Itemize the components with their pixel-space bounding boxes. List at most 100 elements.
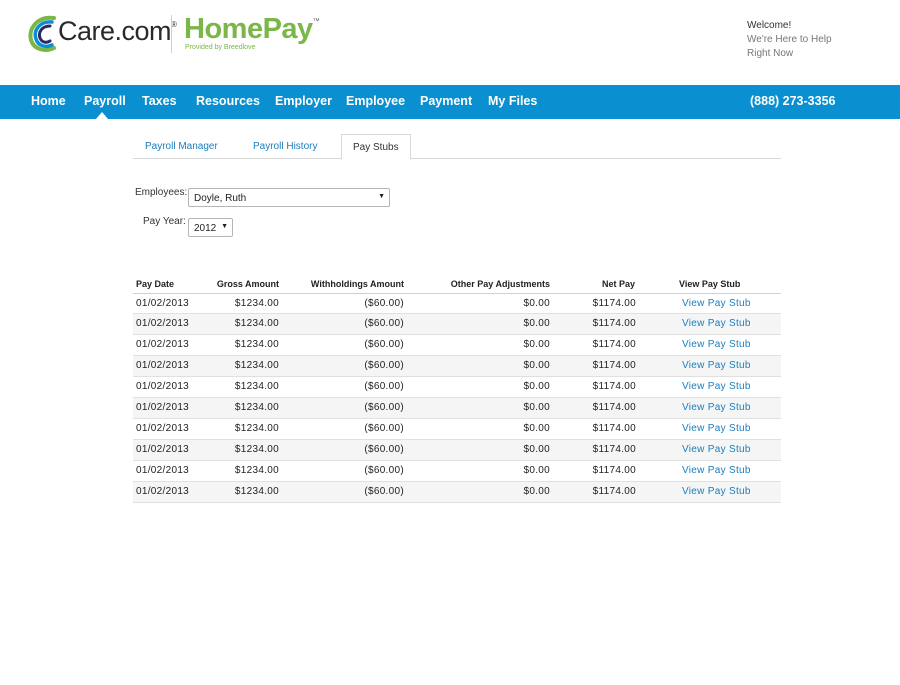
- table-row: 01/02/2013 $1234.00 ($60.00) $0.00 $1174.00 V…: [133, 419, 781, 440]
- table-row: 01/02/2013 $1234.00 ($60.00) $0.00 $1174.00 V…: [133, 356, 781, 377]
- payroll-tabs: Payroll Manager Payroll History Pay Stub…: [133, 134, 781, 160]
- header-net-pay: Net Pay: [601, 279, 635, 289]
- cell-net-pay: $1174.00: [592, 298, 636, 309]
- employees-label: Employees:: [135, 187, 188, 198]
- cell-other-pay-adjustments: $0.00: [523, 298, 550, 309]
- view-pay-stub-link[interactable]: View Pay Stub: [682, 465, 751, 476]
- cell-withholdings-amount: ($60.00): [364, 298, 404, 309]
- care-logo[interactable]: Care.com®: [28, 14, 177, 54]
- table-body: 01/02/2013 $1234.00 ($60.00) $0.00 $1174.00 V…: [133, 294, 781, 503]
- table-row: 01/02/2013 $1234.00 ($60.00) $0.00 $1174.00 V…: [133, 461, 781, 482]
- table-row: 01/02/2013 $1234.00 ($60.00) $0.00 $1174.00 V…: [133, 335, 781, 356]
- pay-stubs-table: Pay Date Gross Amount Withholdings Amoun…: [133, 277, 781, 503]
- cell-withholdings-amount: ($60.00): [364, 339, 404, 350]
- cell-net-pay: $1174.00: [592, 381, 636, 392]
- view-pay-stub-link[interactable]: View Pay Stub: [682, 298, 751, 309]
- cell-pay-date: 01/02/2013: [136, 402, 190, 413]
- header-withholdings-amount: Withholdings Amount: [310, 279, 404, 289]
- cell-withholdings-amount: ($60.00): [364, 444, 404, 455]
- cell-other-pay-adjustments: $0.00: [523, 339, 550, 350]
- homepay-logo[interactable]: HomePay™: [184, 13, 320, 46]
- nav-employee[interactable]: Employee: [346, 94, 405, 108]
- header-view-pay-stub: View Pay Stub: [679, 279, 741, 289]
- dropdown-arrow-icon: ▼: [378, 193, 385, 200]
- employees-select[interactable]: Doyle, Ruth ▼: [188, 188, 390, 207]
- cell-other-pay-adjustments: $0.00: [523, 465, 550, 476]
- nav-payroll[interactable]: Payroll: [84, 94, 126, 108]
- view-pay-stub-link[interactable]: View Pay Stub: [682, 444, 751, 455]
- tab-pay-stubs[interactable]: Pay Stubs: [341, 134, 411, 160]
- nav-employer[interactable]: Employer: [275, 94, 332, 108]
- cell-pay-date: 01/02/2013: [136, 298, 190, 309]
- cell-withholdings-amount: ($60.00): [364, 465, 404, 476]
- table-row: 01/02/2013 $1234.00 ($60.00) $0.00 $1174.00 V…: [133, 398, 781, 419]
- cell-gross-amount: $1234.00: [234, 318, 279, 329]
- cell-net-pay: $1174.00: [592, 423, 636, 434]
- nav-payment[interactable]: Payment: [420, 94, 472, 108]
- support-phone[interactable]: (888) 273-3356: [750, 94, 835, 108]
- cell-net-pay: $1174.00: [592, 402, 636, 413]
- cell-other-pay-adjustments: $0.00: [523, 360, 550, 371]
- cell-net-pay: $1174.00: [592, 339, 636, 350]
- cell-withholdings-amount: ($60.00): [364, 360, 404, 371]
- nav-home[interactable]: Home: [31, 94, 66, 108]
- nav-active-caret-icon: [96, 112, 108, 119]
- cell-withholdings-amount: ($60.00): [364, 402, 404, 413]
- pay-year-select[interactable]: 2012 ▼: [188, 218, 233, 237]
- nav-resources[interactable]: Resources: [196, 94, 260, 108]
- view-pay-stub-link[interactable]: View Pay Stub: [682, 360, 751, 371]
- nav-my-files[interactable]: My Files: [488, 94, 537, 108]
- cell-gross-amount: $1234.00: [234, 486, 279, 497]
- header: Care.com® HomePay™ Provided by Breedlove…: [0, 0, 900, 85]
- cell-net-pay: $1174.00: [592, 444, 636, 455]
- care-brand-text: Care.com®: [58, 16, 177, 46]
- table-row: 01/02/2013 $1234.00 ($60.00) $0.00 $1174.00 V…: [133, 314, 781, 335]
- cell-gross-amount: $1234.00: [234, 360, 279, 371]
- cell-other-pay-adjustments: $0.00: [523, 444, 550, 455]
- cell-pay-date: 01/02/2013: [136, 486, 190, 497]
- cell-withholdings-amount: ($60.00): [364, 318, 404, 329]
- cell-net-pay: $1174.00: [592, 465, 636, 476]
- logo-divider: [171, 15, 172, 53]
- welcome-line2: We're Here to Help: [747, 34, 832, 45]
- employees-select-value: Doyle, Ruth: [194, 193, 247, 204]
- table-row: 01/02/2013 $1234.00 ($60.00) $0.00 $1174.00 V…: [133, 440, 781, 461]
- header-other-pay-adjustments: Other Pay Adjustments: [450, 279, 550, 289]
- cell-gross-amount: $1234.00: [234, 423, 279, 434]
- cell-pay-date: 01/02/2013: [136, 318, 190, 329]
- cell-net-pay: $1174.00: [592, 360, 636, 371]
- cell-pay-date: 01/02/2013: [136, 360, 190, 371]
- welcome-line3: Right Now: [747, 48, 794, 59]
- cell-gross-amount: $1234.00: [234, 381, 279, 392]
- main-nav: Home Payroll Taxes Resources Employer Em…: [0, 85, 900, 119]
- table-header: Pay Date Gross Amount Withholdings Amoun…: [133, 277, 781, 294]
- header-pay-date: Pay Date: [136, 279, 175, 289]
- cell-pay-date: 01/02/2013: [136, 465, 190, 476]
- cell-pay-date: 01/02/2013: [136, 444, 190, 455]
- tab-payroll-history[interactable]: Payroll History: [253, 134, 317, 159]
- table-row: 01/02/2013 $1234.00 ($60.00) $0.00 $1174.00 V…: [133, 294, 781, 314]
- dropdown-arrow-icon: ▼: [221, 223, 228, 230]
- cell-pay-date: 01/02/2013: [136, 381, 190, 392]
- cell-gross-amount: $1234.00: [234, 444, 279, 455]
- view-pay-stub-link[interactable]: View Pay Stub: [682, 486, 751, 497]
- view-pay-stub-link[interactable]: View Pay Stub: [682, 402, 751, 413]
- view-pay-stub-link[interactable]: View Pay Stub: [682, 381, 751, 392]
- table-row: 01/02/2013 $1234.00 ($60.00) $0.00 $1174.00 V…: [133, 377, 781, 398]
- cell-withholdings-amount: ($60.00): [364, 486, 404, 497]
- pay-year-label: Pay Year:: [143, 216, 186, 227]
- cell-other-pay-adjustments: $0.00: [523, 486, 550, 497]
- pay-year-select-value: 2012: [194, 223, 217, 234]
- view-pay-stub-link[interactable]: View Pay Stub: [682, 423, 751, 434]
- cell-other-pay-adjustments: $0.00: [523, 402, 550, 413]
- cell-other-pay-adjustments: $0.00: [523, 423, 550, 434]
- cell-other-pay-adjustments: $0.00: [523, 318, 550, 329]
- provided-by-text: Provided by Breedlove: [185, 44, 256, 51]
- cell-pay-date: 01/02/2013: [136, 339, 190, 350]
- welcome-message: Welcome! We're Here to Help Right Now: [747, 19, 832, 61]
- nav-taxes[interactable]: Taxes: [142, 94, 177, 108]
- view-pay-stub-link[interactable]: View Pay Stub: [682, 339, 751, 350]
- tab-payroll-manager[interactable]: Payroll Manager: [145, 134, 218, 159]
- cell-withholdings-amount: ($60.00): [364, 423, 404, 434]
- view-pay-stub-link[interactable]: View Pay Stub: [682, 318, 751, 329]
